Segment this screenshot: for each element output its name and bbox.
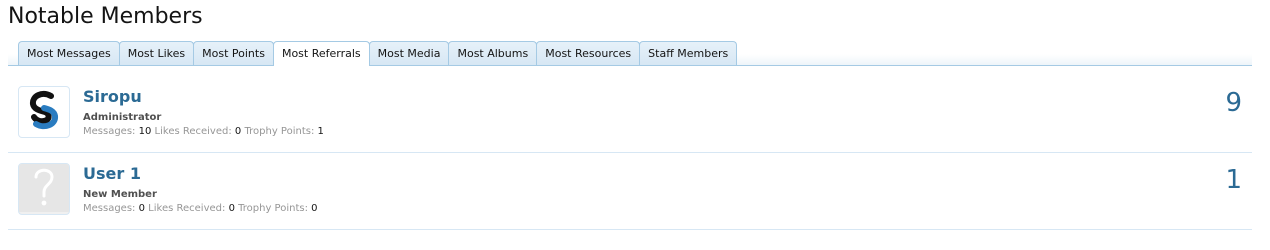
tab-staff-members[interactable]: Staff Members	[639, 41, 738, 65]
referral-count: 9	[1225, 88, 1242, 118]
member-title: New Member	[83, 189, 157, 200]
tab-most-messages[interactable]: Most Messages	[18, 41, 120, 65]
tabs-bar: Most Messages Most Likes Most Points Mos…	[8, 41, 1252, 66]
messages-label: Messages:	[83, 126, 136, 137]
member-stats: Messages: 10 Likes Received: 0 Trophy Po…	[83, 126, 324, 137]
member-avatar[interactable]	[18, 163, 70, 215]
tab-most-albums[interactable]: Most Albums	[448, 41, 538, 65]
siropu-logo-icon	[24, 90, 64, 134]
trophy-label: Trophy Points:	[238, 203, 308, 214]
tab-most-referrals[interactable]: Most Referrals	[272, 41, 370, 66]
likes-value: 0	[228, 203, 235, 214]
member-list: Siropu Administrator Messages: 10 Likes …	[8, 76, 1252, 230]
member-stats: Messages: 0 Likes Received: 0 Trophy Poi…	[83, 203, 318, 214]
likes-label: Likes Received:	[148, 203, 226, 214]
tab-most-resources[interactable]: Most Resources	[536, 41, 641, 65]
member-row: User 1 New Member Messages: 0 Likes Rece…	[8, 153, 1252, 230]
default-avatar-question-icon	[19, 164, 69, 214]
member-title: Administrator	[83, 112, 162, 123]
messages-value: 10	[138, 126, 152, 137]
member-name[interactable]: Siropu	[83, 88, 142, 106]
likes-label: Likes Received:	[154, 126, 232, 137]
messages-label: Messages:	[83, 203, 136, 214]
trophy-value: 1	[317, 126, 324, 137]
referral-count: 1	[1225, 165, 1242, 195]
tab-list: Most Messages Most Likes Most Points Mos…	[18, 41, 738, 66]
messages-value: 0	[138, 203, 145, 214]
page-title: Notable Members	[8, 4, 203, 29]
trophy-value: 0	[311, 203, 318, 214]
tab-most-points[interactable]: Most Points	[193, 41, 274, 65]
trophy-label: Trophy Points:	[244, 126, 315, 137]
tab-most-likes[interactable]: Most Likes	[118, 41, 195, 65]
tab-most-media[interactable]: Most Media	[368, 41, 450, 65]
likes-value: 0	[234, 126, 242, 137]
member-row: Siropu Administrator Messages: 10 Likes …	[8, 76, 1252, 153]
member-avatar[interactable]	[18, 86, 70, 138]
member-name[interactable]: User 1	[83, 165, 141, 183]
